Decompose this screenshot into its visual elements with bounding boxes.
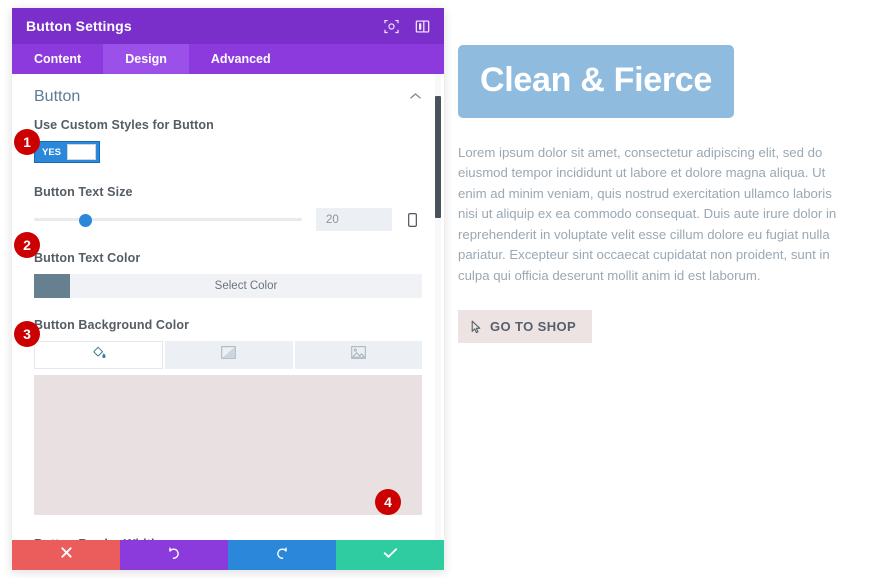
focus-target-icon[interactable] xyxy=(384,19,399,34)
modal-action-bar xyxy=(12,540,444,570)
field-label-button-background-color: Button Background Color xyxy=(34,318,190,332)
section-title: Button xyxy=(34,88,81,105)
background-color-picker-area[interactable] xyxy=(34,375,422,515)
tab-content[interactable]: Content xyxy=(12,44,103,74)
scrollbar-thumb[interactable] xyxy=(435,96,441,218)
preview-heading: Clean & Fierce xyxy=(458,45,735,118)
field-label-button-text-size: Button Text Size xyxy=(34,185,133,199)
chevron-up-icon[interactable] xyxy=(409,88,422,106)
section-header-button[interactable]: Button xyxy=(34,74,422,118)
preview-body-text: Lorem ipsum dolor sit amet, consectetur … xyxy=(458,145,837,283)
annotation-badge-4: 4 xyxy=(375,489,401,515)
image-icon xyxy=(351,346,366,364)
slider-row-text-size: 20 xyxy=(34,208,422,231)
undo-icon xyxy=(167,546,181,565)
tab-advanced[interactable]: Advanced xyxy=(189,44,293,74)
background-type-tabs xyxy=(34,341,422,369)
gradient-icon xyxy=(221,346,237,364)
panel-layout-icon[interactable] xyxy=(415,19,430,34)
annotation-badge-2: 2 xyxy=(14,232,40,258)
text-size-input[interactable]: 20 xyxy=(316,208,392,231)
text-color-swatch[interactable] xyxy=(34,274,70,298)
field-button-text-color: Button Text Color Select Color xyxy=(34,251,422,298)
tab-design[interactable]: Design xyxy=(103,44,189,74)
field-label-use-custom-styles: Use Custom Styles for Button xyxy=(34,118,214,132)
field-label-button-text-color: Button Text Color xyxy=(34,251,141,265)
annotation-badge-3: 3 xyxy=(14,321,40,347)
button-settings-modal: Button Settings Content Design Advanced xyxy=(12,8,444,570)
cancel-button[interactable] xyxy=(12,540,120,570)
cursor-pointer-icon xyxy=(471,320,482,334)
field-button-border-width: Button Border Width 0px xyxy=(34,537,422,540)
select-color-button[interactable]: Select Color xyxy=(70,274,422,298)
check-icon xyxy=(383,546,398,564)
text-size-slider[interactable] xyxy=(34,211,302,229)
bg-tab-image[interactable] xyxy=(294,341,422,369)
go-to-shop-label: GO TO SHOP xyxy=(490,319,577,335)
toggle-value-label: YES xyxy=(42,146,62,158)
modal-tab-bar: Content Design Advanced xyxy=(12,44,444,74)
field-button-text-size: Button Text Size 20 xyxy=(34,185,422,231)
bg-tab-solid-color[interactable] xyxy=(34,341,164,369)
annotation-badge-1: 1 xyxy=(14,129,40,155)
text-color-control: Select Color xyxy=(34,274,422,298)
go-to-shop-button[interactable]: GO TO SHOP xyxy=(458,310,593,344)
bg-tab-gradient[interactable] xyxy=(165,341,293,369)
modal-titlebar: Button Settings xyxy=(12,8,444,44)
close-icon xyxy=(60,546,73,564)
field-button-background-color: Button Background Color xyxy=(34,318,422,515)
redo-icon xyxy=(275,546,289,565)
custom-styles-toggle[interactable]: YES xyxy=(34,141,100,163)
slider-track xyxy=(34,218,302,221)
undo-button[interactable] xyxy=(120,540,228,570)
toggle-knob xyxy=(67,144,96,160)
modal-scroll-body: Button Use Custom Styles for Button YES xyxy=(12,74,444,540)
module-preview-pane: Clean & Fierce Lorem ipsum dolor sit ame… xyxy=(458,0,880,578)
paint-bucket-icon xyxy=(92,346,106,365)
page-title: Button Settings xyxy=(26,18,132,34)
slider-knob[interactable] xyxy=(78,213,92,227)
save-button[interactable] xyxy=(336,540,444,570)
field-label-button-border-width: Button Border Width xyxy=(34,537,422,540)
titlebar-icon-group xyxy=(384,19,430,34)
toggle-row-custom-styles: YES xyxy=(34,141,422,163)
redo-button[interactable] xyxy=(228,540,336,570)
field-use-custom-styles: Use Custom Styles for Button YES xyxy=(34,118,422,163)
mobile-icon[interactable] xyxy=(402,212,422,227)
